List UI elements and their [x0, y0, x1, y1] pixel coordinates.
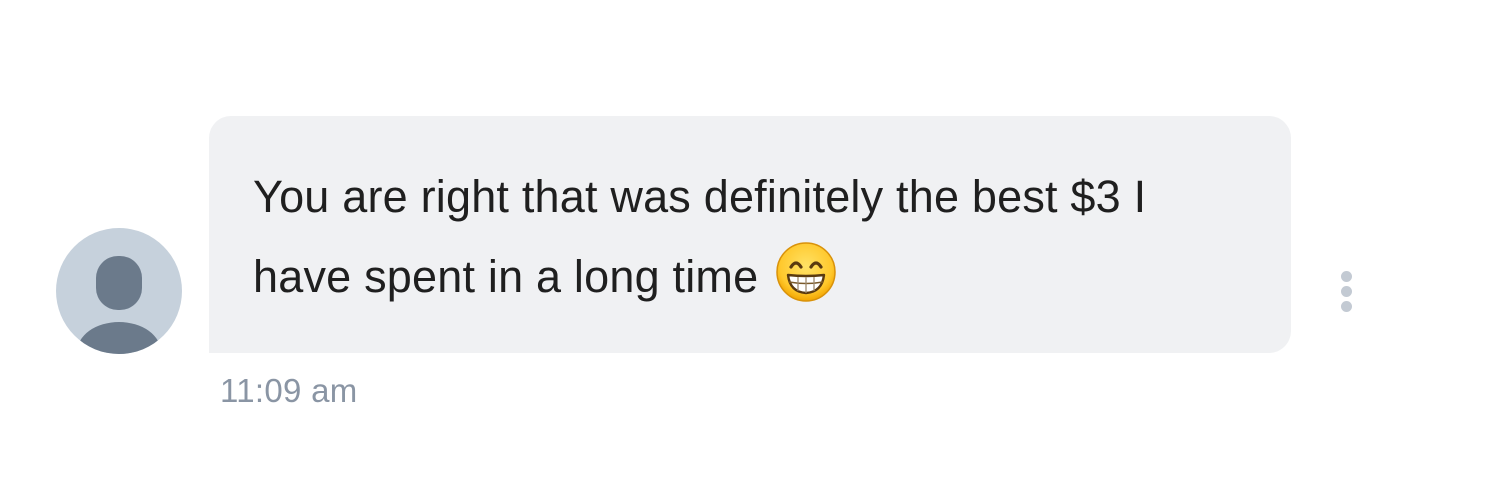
person-silhouette-icon [77, 256, 161, 354]
message-text: You are right that was definitely the be… [253, 171, 1147, 302]
grinning-face-emoji-icon [774, 240, 838, 304]
message-timestamp: 11:09 am [220, 372, 358, 409]
avatar[interactable] [56, 228, 182, 354]
more-options-button[interactable] [1335, 268, 1359, 316]
message-text-container: You are right that was definitely the be… [253, 157, 1251, 317]
message-bubble[interactable]: You are right that was definitely the be… [209, 116, 1291, 353]
chat-screen: You are right that was definitely the be… [0, 0, 1500, 500]
